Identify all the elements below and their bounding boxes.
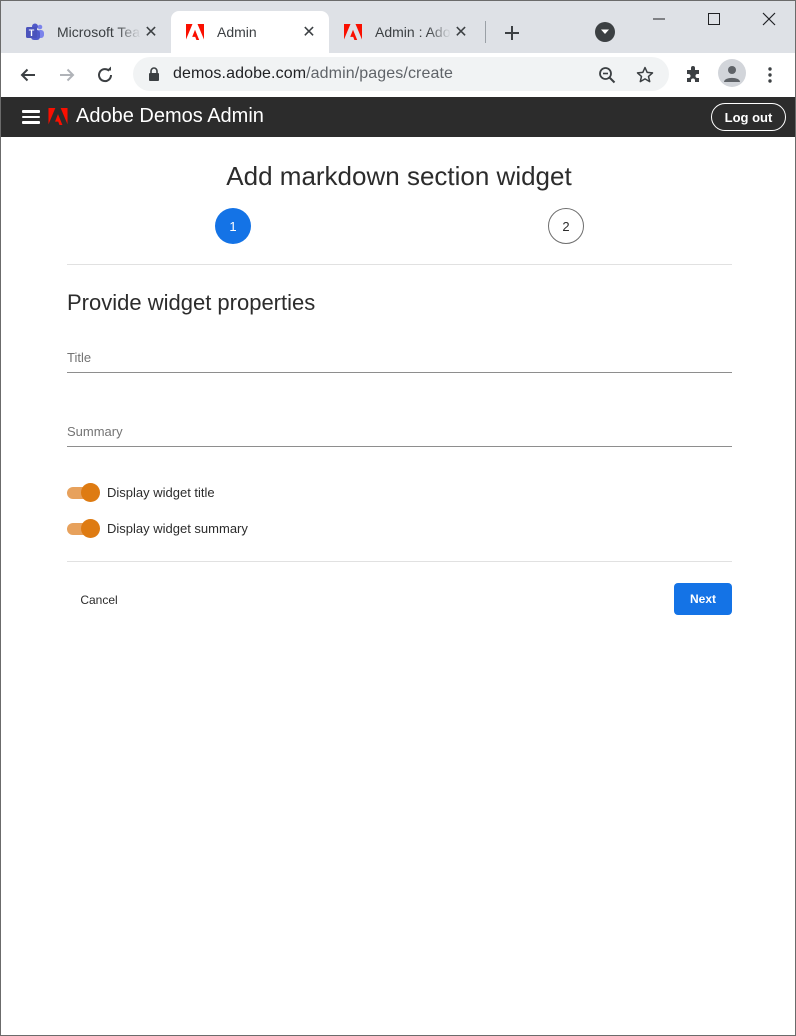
tab-admin[interactable]: Admin ✕ — [171, 11, 329, 53]
tab-title: Microsoft Teams — [57, 24, 141, 40]
svg-text:T: T — [29, 28, 35, 38]
title-field — [67, 343, 732, 373]
step-1-indicator[interactable]: 1 — [215, 208, 251, 244]
app-title: Adobe Demos Admin — [76, 105, 264, 127]
close-window-icon[interactable] — [757, 7, 781, 31]
display-summary-label: Display widget summary — [107, 520, 248, 536]
browser-window: T Microsoft Teams ✕ Admin ✕ Admin : Adob… — [0, 0, 796, 1036]
close-tab-icon[interactable]: ✕ — [451, 22, 471, 42]
more-menu-icon[interactable] — [758, 63, 782, 87]
address-bar[interactable]: demos.adobe.com/admin/pages/create — [133, 57, 669, 91]
divider — [67, 264, 732, 265]
adobe-icon — [343, 22, 363, 42]
display-title-toggle-row: Display widget title — [67, 481, 215, 503]
title-input[interactable] — [67, 343, 732, 372]
teams-icon: T — [25, 22, 45, 42]
summary-field — [67, 417, 732, 447]
profile-avatar-icon[interactable] — [718, 59, 746, 87]
display-summary-switch[interactable] — [67, 519, 100, 538]
forward-arrow-icon[interactable] — [55, 63, 79, 87]
display-title-label: Display widget title — [107, 484, 215, 500]
hamburger-menu-icon[interactable] — [22, 110, 40, 124]
bookmark-star-icon[interactable] — [635, 65, 655, 85]
browser-toolbar: demos.adobe.com/admin/pages/create — [1, 53, 795, 97]
lock-icon[interactable] — [147, 66, 161, 82]
next-button[interactable]: Next — [674, 583, 732, 615]
extensions-puzzle-icon[interactable] — [681, 63, 705, 87]
tab-search-chevron-icon[interactable] — [595, 22, 615, 42]
divider — [67, 561, 732, 562]
tab-separator — [485, 21, 486, 43]
new-tab-plus-icon[interactable] — [499, 21, 525, 45]
tab-title: Admin : Adobe — [375, 24, 451, 40]
summary-input[interactable] — [67, 417, 732, 446]
display-title-switch[interactable] — [67, 483, 100, 502]
display-summary-toggle-row: Display widget summary — [67, 517, 248, 539]
logout-button[interactable]: Log out — [711, 103, 786, 131]
page-title: Add markdown section widget — [226, 161, 572, 191]
tab-strip: T Microsoft Teams ✕ Admin ✕ Admin : Adob… — [1, 1, 795, 53]
section-title: Provide widget properties — [67, 290, 316, 315]
step-2-indicator[interactable]: 2 — [548, 208, 584, 244]
close-tab-icon[interactable]: ✕ — [299, 22, 319, 42]
reload-icon[interactable] — [93, 63, 117, 87]
url-host: demos.adobe.com — [173, 65, 307, 82]
minimize-icon[interactable] — [647, 7, 671, 31]
tab-admin-adobe[interactable]: Admin : Adobe ✕ — [329, 11, 481, 53]
adobe-logo-icon — [48, 108, 68, 126]
adobe-icon — [185, 22, 205, 42]
tab-title: Admin — [217, 24, 257, 40]
url-path: /admin/pages/create — [306, 65, 454, 82]
back-arrow-icon[interactable] — [16, 63, 40, 87]
url-text: demos.adobe.com/admin/pages/create — [173, 65, 453, 83]
zoom-icon[interactable] — [597, 65, 617, 85]
maximize-icon[interactable] — [702, 7, 726, 31]
close-tab-icon[interactable]: ✕ — [141, 22, 161, 42]
tab-microsoft-teams[interactable]: T Microsoft Teams ✕ — [11, 11, 171, 53]
cancel-button[interactable]: Cancel — [67, 584, 131, 615]
